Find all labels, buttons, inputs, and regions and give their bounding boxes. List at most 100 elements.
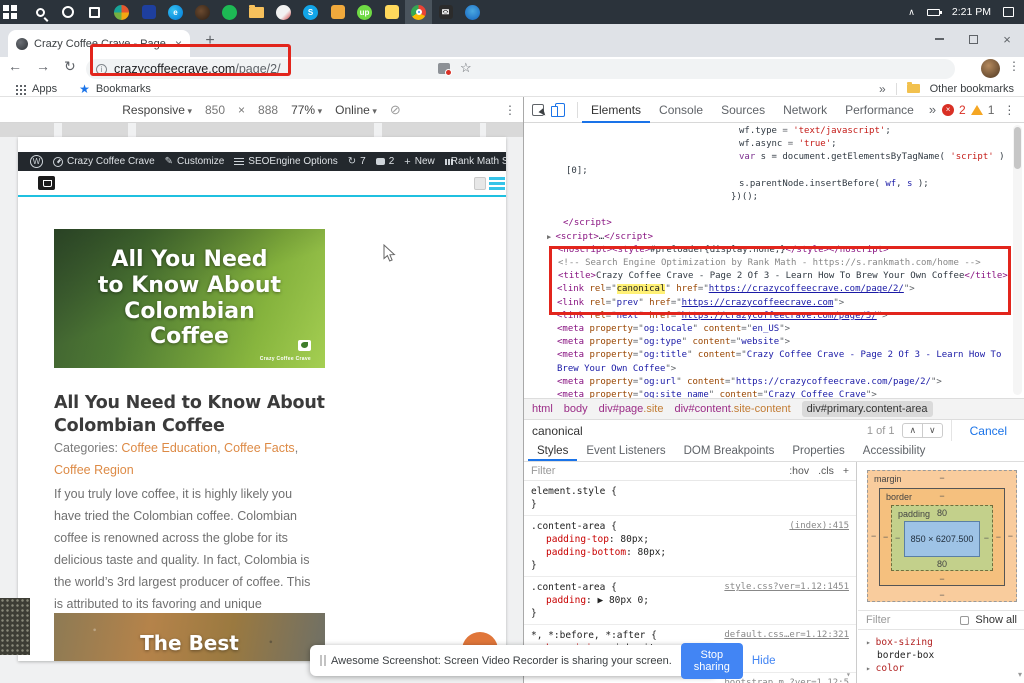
back-button[interactable] bbox=[8, 58, 22, 75]
code-line[interactable]: <meta property="og:title" content="Crazy… bbox=[531, 349, 1011, 375]
elements-scrollbar[interactable] bbox=[1013, 125, 1022, 395]
computed-property[interactable]: color bbox=[866, 662, 934, 675]
styles-scroll-down-icon[interactable]: ▾ bbox=[846, 670, 851, 679]
device-toolbar-toggle-icon[interactable] bbox=[555, 103, 565, 117]
app-dark-icon[interactable] bbox=[189, 0, 216, 24]
stylesheet-link[interactable]: style.css?ver=1.12:1451 bbox=[724, 581, 849, 594]
wordpress-logo[interactable] bbox=[25, 155, 48, 168]
bookmarks-label[interactable]: Bookmarks bbox=[96, 83, 151, 95]
admin-rank-math[interactable]: Rank Math SEO bbox=[440, 156, 506, 167]
zoom-select[interactable]: 77% bbox=[291, 103, 322, 117]
edge-icon[interactable]: e bbox=[162, 0, 189, 24]
devtools-tab-console[interactable]: Console bbox=[650, 97, 712, 123]
other-bookmarks[interactable]: Other bookmarks bbox=[930, 83, 1014, 95]
show-all-label[interactable]: Show all bbox=[975, 614, 1017, 626]
apps-grid-icon[interactable] bbox=[16, 85, 18, 87]
bookmarks-overflow-icon[interactable] bbox=[879, 82, 886, 96]
bookmark-star-icon[interactable] bbox=[460, 60, 472, 76]
search-input[interactable]: canonical bbox=[532, 424, 583, 438]
warning-count[interactable]: 1 bbox=[988, 103, 995, 117]
throttle-select[interactable]: Online bbox=[335, 103, 377, 117]
devtools-menu-icon[interactable] bbox=[999, 103, 1019, 117]
code-line[interactable]: <meta property="og:locale" content="en_U… bbox=[531, 323, 1011, 336]
device-toolbar-menu-icon[interactable] bbox=[504, 103, 516, 117]
spotify-icon[interactable] bbox=[216, 0, 243, 24]
toast-grip-icon[interactable] bbox=[320, 655, 322, 666]
code-line[interactable]: wf.async = 'true'; bbox=[531, 138, 1011, 151]
admin-seoengine-options[interactable]: SEOEngine Options bbox=[229, 156, 343, 167]
breadcrumb-item[interactable]: div#content.site-content bbox=[674, 403, 790, 415]
app-blue-icon[interactable] bbox=[135, 0, 162, 24]
code-line[interactable] bbox=[531, 204, 1011, 217]
code-line[interactable]: <meta property="og:site_name" content="C… bbox=[531, 389, 1011, 398]
style-rule[interactable]: .content-area {style.css?ver=1.12:1451pa… bbox=[524, 577, 856, 625]
style-rule[interactable]: .content-area {(index):415padding-top: 8… bbox=[524, 516, 856, 577]
mail-icon[interactable]: ✉ bbox=[432, 0, 459, 24]
show-all-checkbox[interactable] bbox=[960, 616, 969, 625]
code-line[interactable]: var s = document.getElementsByTagName( '… bbox=[531, 151, 1011, 164]
search-icon[interactable] bbox=[27, 0, 54, 24]
code-line[interactable]: <meta property="og:type" content="websit… bbox=[531, 336, 1011, 349]
stylesheet-link[interactable]: (index):415 bbox=[789, 520, 849, 533]
next-post-image[interactable]: The Best bbox=[54, 613, 325, 661]
app-yellow-icon[interactable] bbox=[324, 0, 351, 24]
devtools-tab-network[interactable]: Network bbox=[774, 97, 836, 123]
code-line[interactable]: [0]; bbox=[531, 165, 1011, 178]
post-title[interactable]: All You Need to Know About Colombian Cof… bbox=[54, 392, 338, 438]
stop-sharing-button[interactable]: Stop sharing bbox=[681, 643, 743, 679]
category-link[interactable]: Coffee Region bbox=[54, 463, 134, 477]
viewport-width-input[interactable]: 850 bbox=[205, 103, 225, 117]
start-button[interactable] bbox=[0, 0, 27, 24]
search-next-icon[interactable]: ∨ bbox=[922, 424, 942, 437]
style-rule[interactable]: element.style {} bbox=[524, 481, 856, 516]
app-white-icon[interactable] bbox=[270, 0, 297, 24]
code-line[interactable]: s.parentNode.insertBefore( wf, s ); bbox=[531, 178, 1011, 191]
sidebar-tab-accessibility[interactable]: Accessibility bbox=[854, 441, 935, 461]
admin-updates-count[interactable]: 7 bbox=[343, 156, 371, 167]
devtools-tab-elements[interactable]: Elements bbox=[582, 97, 650, 123]
box-model-padding[interactable]: padding 80 80 −− 850 × 6207.500 bbox=[891, 505, 993, 571]
minimize-button[interactable] bbox=[922, 24, 956, 54]
apps-label[interactable]: Apps bbox=[32, 83, 57, 95]
computed-filter-input[interactable]: Filter bbox=[866, 614, 890, 626]
hide-button[interactable]: Hide bbox=[752, 655, 778, 667]
post-featured-image[interactable]: All You Need to Know About Colombian Cof… bbox=[54, 229, 325, 368]
category-link[interactable]: Coffee Education bbox=[121, 441, 217, 455]
breadcrumb-item[interactable]: body bbox=[564, 403, 588, 415]
forward-button[interactable] bbox=[36, 58, 50, 75]
cortana-icon[interactable] bbox=[54, 0, 81, 24]
browser-menu-icon[interactable] bbox=[1008, 59, 1020, 73]
upwork-icon[interactable]: up bbox=[351, 0, 378, 24]
viewport-height-input[interactable]: 888 bbox=[258, 103, 278, 117]
computed-property[interactable]: box-sizing bbox=[866, 636, 934, 649]
sidebar-tab-styles[interactable]: Styles bbox=[528, 441, 577, 461]
stylesheet-link[interactable]: default.css…er=1.12:321 bbox=[724, 629, 849, 642]
box-model-border[interactable]: border −−−− padding 80 80 −− 850 × 6207.… bbox=[879, 488, 1005, 586]
warning-icon[interactable] bbox=[971, 105, 983, 115]
maximize-button[interactable] bbox=[956, 24, 990, 54]
close-button[interactable] bbox=[990, 24, 1024, 54]
new-rule-button[interactable]: + bbox=[843, 465, 849, 477]
admin-new[interactable]: New bbox=[399, 156, 439, 168]
computed-scroll-down-icon[interactable]: ▾ bbox=[1018, 670, 1022, 679]
menu-toggle[interactable] bbox=[474, 177, 505, 190]
breadcrumb-item[interactable]: html bbox=[532, 403, 553, 415]
sidebar-tab-event-listeners[interactable]: Event Listeners bbox=[577, 441, 674, 461]
drive-icon[interactable] bbox=[459, 0, 486, 24]
profile-avatar[interactable] bbox=[981, 59, 1000, 78]
task-view-icon[interactable] bbox=[81, 0, 108, 24]
hov-toggle[interactable]: :hov bbox=[789, 465, 809, 477]
code-line[interactable]: wf.type = 'text/javascript'; bbox=[531, 125, 1011, 138]
rotate-icon[interactable] bbox=[390, 102, 401, 118]
devtools-tab-performance[interactable]: Performance bbox=[836, 97, 923, 123]
clock[interactable]: 2:21 PM bbox=[952, 6, 991, 18]
admin-comments-count[interactable]: 2 bbox=[371, 156, 400, 167]
code-line[interactable]: ▶ <script>…</script> bbox=[531, 231, 1011, 244]
admin-site-name[interactable]: Crazy Coffee Crave bbox=[48, 156, 160, 167]
reload-button[interactable] bbox=[64, 58, 76, 75]
search-prev-icon[interactable]: ∧ bbox=[903, 424, 922, 437]
stylesheet-link[interactable]: bootstrap.m…?ver=1.12:5 bbox=[724, 677, 849, 683]
extension-badge-icon[interactable] bbox=[438, 63, 450, 74]
chrome-icon[interactable] bbox=[405, 0, 432, 24]
sidebar-tab-properties[interactable]: Properties bbox=[783, 441, 853, 461]
